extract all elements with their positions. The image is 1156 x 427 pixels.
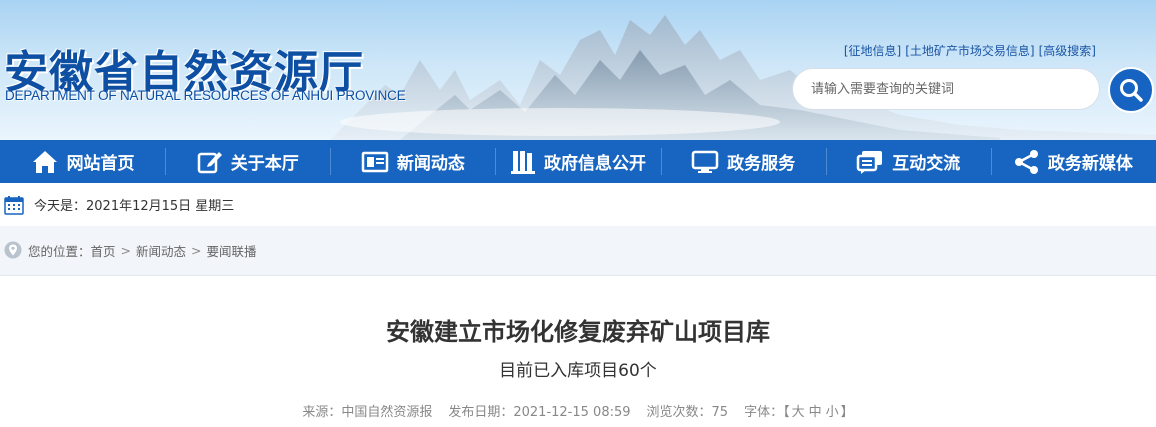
news-icon [361,151,389,172]
home-icon [32,150,57,173]
chat-icon [857,150,883,174]
font-size-medium-button[interactable]: 中 [809,405,822,420]
monitor-icon [691,150,719,173]
header-banner: 安徽省自然资源厅 DEPARTMENT OF NATURAL RESOURCES… [0,0,1156,140]
top-links: [征地信息] [土地矿产市场交易信息] [高级搜索] [844,42,1096,59]
article-publish-date: 发布日期：2021-12-15 08:59 [448,405,631,420]
nav-item-gov-info[interactable]: 政府信息公开 [495,140,660,183]
main-nav: 网站首页 关于本厅 新闻动态 政府信息公开 政务服务 互动交流 政务新媒体 [0,140,1156,183]
breadcrumb-prefix: 您的位置： [28,243,91,259]
nav-item-label: 政府信息公开 [543,154,646,174]
link-land-acquisition[interactable]: [征地信息] [844,42,901,59]
date-bar: 今天是：2021年12月15日 星期三 [0,183,1156,226]
article-views: 浏览次数：75 [646,405,729,420]
breadcrumb: 您的位置： 首页 > 新闻动态 > 要闻联播 [0,236,1156,264]
link-land-mineral-market[interactable]: [土地矿产市场交易信息] [905,42,1034,59]
nav-item-label: 互动交流 [892,154,961,174]
edit-icon [197,151,222,173]
article-subtitle: 目前已入库项目60个 [499,361,657,381]
font-size-small-button[interactable]: 小 [826,405,839,420]
nav-item-home[interactable]: 网站首页 [0,140,165,183]
font-size-label-close: 】 [840,405,854,420]
breadcrumb-separator: > [120,242,132,258]
breadcrumb-home[interactable]: 首页 [91,241,116,260]
nav-item-about[interactable]: 关于本厅 [165,140,330,183]
search-button[interactable] [1108,67,1154,113]
link-advanced-search[interactable]: [高级搜索] [1039,42,1096,59]
nav-item-label: 关于本厅 [230,154,299,174]
nav-item-label: 网站首页 [66,154,135,174]
nav-item-label: 政务服务 [727,154,796,174]
calendar-icon [4,195,24,215]
nav-item-new-media[interactable]: 政务新媒体 [990,140,1156,183]
nav-item-label: 政务新媒体 [1047,154,1133,174]
article-panel: 安徽建立市场化修复废弃矿山项目库 目前已入库项目60个 来源：中国自然资源报 发… [0,275,1156,427]
nav-item-interaction[interactable]: 互动交流 [825,140,991,183]
nav-item-news[interactable]: 新闻动态 [330,140,495,183]
font-size-label: 字体：【 [744,405,790,420]
current-date-text: 今天是：2021年12月15日 星期三 [34,199,235,214]
site-logo-subtitle: DEPARTMENT OF NATURAL RESOURCES OF ANHUI… [5,88,406,103]
article-meta: 来源：中国自然资源报 发布日期：2021-12-15 08:59 浏览次数：75… [0,401,1156,420]
nav-item-services[interactable]: 政务服务 [660,140,826,183]
search-icon [1120,79,1143,102]
article-title: 安徽建立市场化修复废弃矿山项目库 [386,318,770,346]
breadcrumb-separator: > [191,242,202,258]
location-pin-icon [4,241,22,259]
article-source: 来源：中国自然资源报 [302,405,433,420]
font-size-control: 字体：【大中小】 [744,401,854,420]
book-icon [510,150,535,174]
breadcrumb-news[interactable]: 新闻动态 [136,241,186,260]
nav-item-label: 新闻动态 [396,154,465,174]
breadcrumb-headlines[interactable]: 要闻联播 [207,241,257,260]
search-input[interactable] [792,68,1100,110]
share-icon [1014,149,1038,174]
font-size-large-button[interactable]: 大 [792,405,805,420]
